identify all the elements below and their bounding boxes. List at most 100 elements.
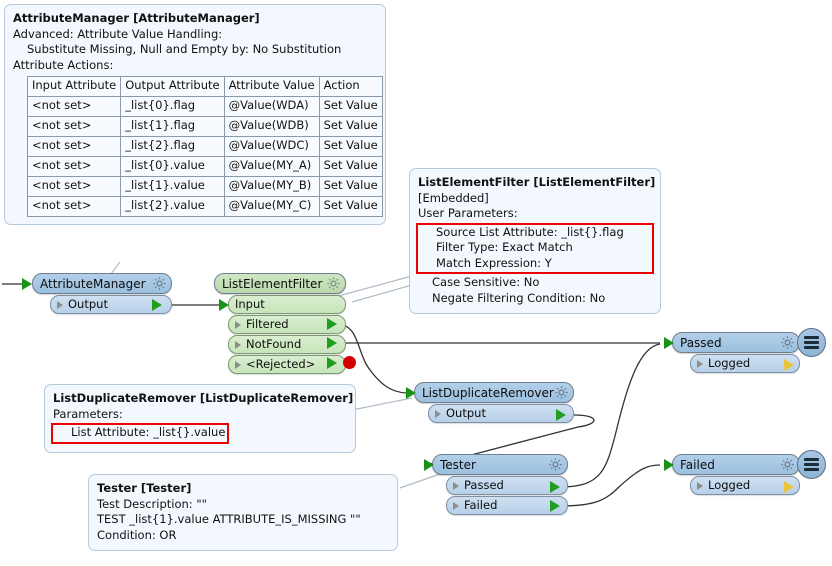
- node-input-arrow-icon: [406, 387, 416, 399]
- node-header[interactable]: Passed: [672, 332, 800, 353]
- table-cell: _list{1}.value: [120, 176, 225, 197]
- port-output-arrow-icon: [556, 409, 566, 421]
- annotation-listelementfilter: ListElementFilter [ListElementFilter] [E…: [409, 168, 661, 314]
- table-cell: <not set>: [26, 116, 122, 137]
- node-label: AttributeManager: [40, 276, 146, 291]
- table-column-header: Action: [318, 76, 383, 97]
- port-input-arrow-icon: [219, 299, 229, 311]
- port-label: Logged: [708, 355, 751, 370]
- node-attributemanager[interactable]: AttributeManager Output: [32, 273, 172, 314]
- workflow-canvas[interactable]: AttributeManager [AttributeManager] Adva…: [0, 0, 832, 566]
- annotation-line: Filter Type: Exact Match: [436, 240, 573, 254]
- table-cell: Set Value: [318, 116, 383, 137]
- table-cell: _list{2}.value: [120, 196, 225, 217]
- port-filtered-arrow-icon: [327, 318, 337, 330]
- annotation-line: Negate Filtering Condition: No: [432, 290, 606, 305]
- node-input-arrow-icon: [424, 459, 434, 471]
- table-cell: Set Value: [318, 136, 383, 157]
- table-cell: @Value(WDA): [223, 96, 320, 117]
- node-tester[interactable]: Tester Passed Failed: [432, 454, 568, 515]
- node-label: Tester: [440, 457, 476, 472]
- table-cell: Set Value: [318, 196, 383, 217]
- annotation-tester: Tester [Tester] Test Description: "" TES…: [88, 474, 398, 551]
- table-row: <not set> _list{2}.value @Value(MY_C) Set V…: [26, 196, 383, 217]
- rejected-terminator-dot: [343, 356, 356, 369]
- table-column-header: Input Attribute: [26, 76, 122, 97]
- table-cell: Set Value: [318, 156, 383, 177]
- node-input-arrow-icon: [22, 278, 32, 290]
- node-header[interactable]: AttributeManager: [32, 273, 172, 294]
- port-passed-arrow-icon: [550, 481, 560, 493]
- node-label: ListDuplicateRemover: [422, 385, 554, 400]
- annotation-line: Case Sensitive: No: [432, 275, 540, 289]
- port-label: Failed: [464, 497, 498, 512]
- table-cell: <not set>: [26, 196, 122, 217]
- port-triangle-icon: [235, 320, 241, 329]
- gear-icon[interactable]: [554, 385, 569, 400]
- table-column-header: Attribute Value: [223, 76, 320, 97]
- port-label: Output: [68, 296, 108, 311]
- table-row: <not set> _list{2}.flag @Value(WDC) Set Val…: [26, 136, 383, 157]
- node-header[interactable]: ListElementFilter: [214, 273, 346, 294]
- leader-listelementfilter-2: [351, 284, 413, 303]
- port-label: <Rejected>: [246, 356, 316, 371]
- port-label: Filtered: [246, 316, 289, 331]
- annotation-title: Tester [Tester]: [97, 481, 192, 495]
- node-passed-writer[interactable]: Passed Logged: [672, 332, 800, 373]
- port-label: Passed: [464, 477, 504, 492]
- node-label: Passed: [680, 335, 722, 350]
- port-rejected-arrow-icon: [327, 357, 337, 369]
- highlight-box-listduplicateremover: List Attribute: _list{}.value: [51, 423, 230, 444]
- annotation-line: [Embedded]: [418, 190, 489, 205]
- node-failed-writer[interactable]: Failed Logged: [672, 454, 800, 495]
- port-failed-arrow-icon: [550, 500, 560, 512]
- annotation-line: Parameters:: [53, 406, 123, 421]
- table-cell: @Value(MY_C): [223, 196, 320, 217]
- port-triangle-icon: [235, 360, 241, 369]
- annotation-line: Advanced: Attribute Value Handling:: [13, 26, 223, 41]
- node-listduplicateremover[interactable]: ListDuplicateRemover Output: [414, 382, 574, 423]
- port-triangle-icon: [697, 481, 703, 490]
- node-header[interactable]: Tester: [432, 454, 568, 475]
- menu-icon-passed[interactable]: [797, 328, 826, 357]
- leader-listduplicateremover: [351, 397, 413, 411]
- annotation-line: Substitute Missing, Null and Empty by: N…: [27, 42, 342, 56]
- port-logged-arrow-icon: [784, 359, 794, 371]
- node-header[interactable]: ListDuplicateRemover: [414, 382, 574, 403]
- annotation-line: Condition: OR: [97, 527, 177, 542]
- menu-icon-failed[interactable]: [797, 450, 826, 479]
- node-header[interactable]: Failed: [672, 454, 800, 475]
- gear-icon[interactable]: [548, 457, 563, 472]
- table-cell: _list{0}.value: [120, 156, 225, 177]
- annotation-line: List Attribute: _list{}.value: [71, 425, 226, 439]
- table-cell: Set Value: [318, 96, 383, 117]
- table-cell: @Value(MY_B): [223, 176, 320, 197]
- port-input[interactable]: Input: [228, 295, 346, 314]
- port-triangle-icon: [453, 501, 459, 510]
- table-row: <not set> _list{0}.value @Value(MY_A) Set V…: [26, 156, 383, 177]
- gear-icon[interactable]: [152, 276, 167, 291]
- port-logged-arrow-icon: [784, 481, 794, 493]
- gear-icon[interactable]: [326, 276, 341, 291]
- gear-icon[interactable]: [780, 335, 795, 350]
- annotation-attributemanager: AttributeManager [AttributeManager] Adva…: [4, 4, 386, 225]
- node-input-arrow-icon: [664, 459, 674, 471]
- port-label: Logged: [708, 477, 751, 492]
- table-cell: _list{2}.flag: [120, 136, 225, 157]
- leader-listelementfilter: [337, 275, 413, 297]
- table-cell: <not set>: [26, 136, 122, 157]
- table-cell: <not set>: [26, 176, 122, 197]
- annotation-line: User Parameters:: [418, 206, 518, 220]
- node-label: ListElementFilter: [222, 276, 323, 291]
- gear-icon[interactable]: [780, 457, 795, 472]
- port-triangle-icon: [697, 359, 703, 368]
- node-input-arrow-icon: [664, 337, 674, 349]
- port-triangle-icon: [453, 481, 459, 490]
- annotation-listduplicateremover: ListDuplicateRemover [ListDuplicateRemov…: [44, 384, 356, 453]
- port-triangle-icon: [435, 409, 441, 418]
- table-cell: <not set>: [26, 156, 122, 177]
- port-label: NotFound: [246, 336, 302, 351]
- table-column-header: Output Attribute: [120, 76, 225, 97]
- port-output[interactable]: Output: [428, 404, 574, 423]
- table-cell: <not set>: [26, 96, 122, 117]
